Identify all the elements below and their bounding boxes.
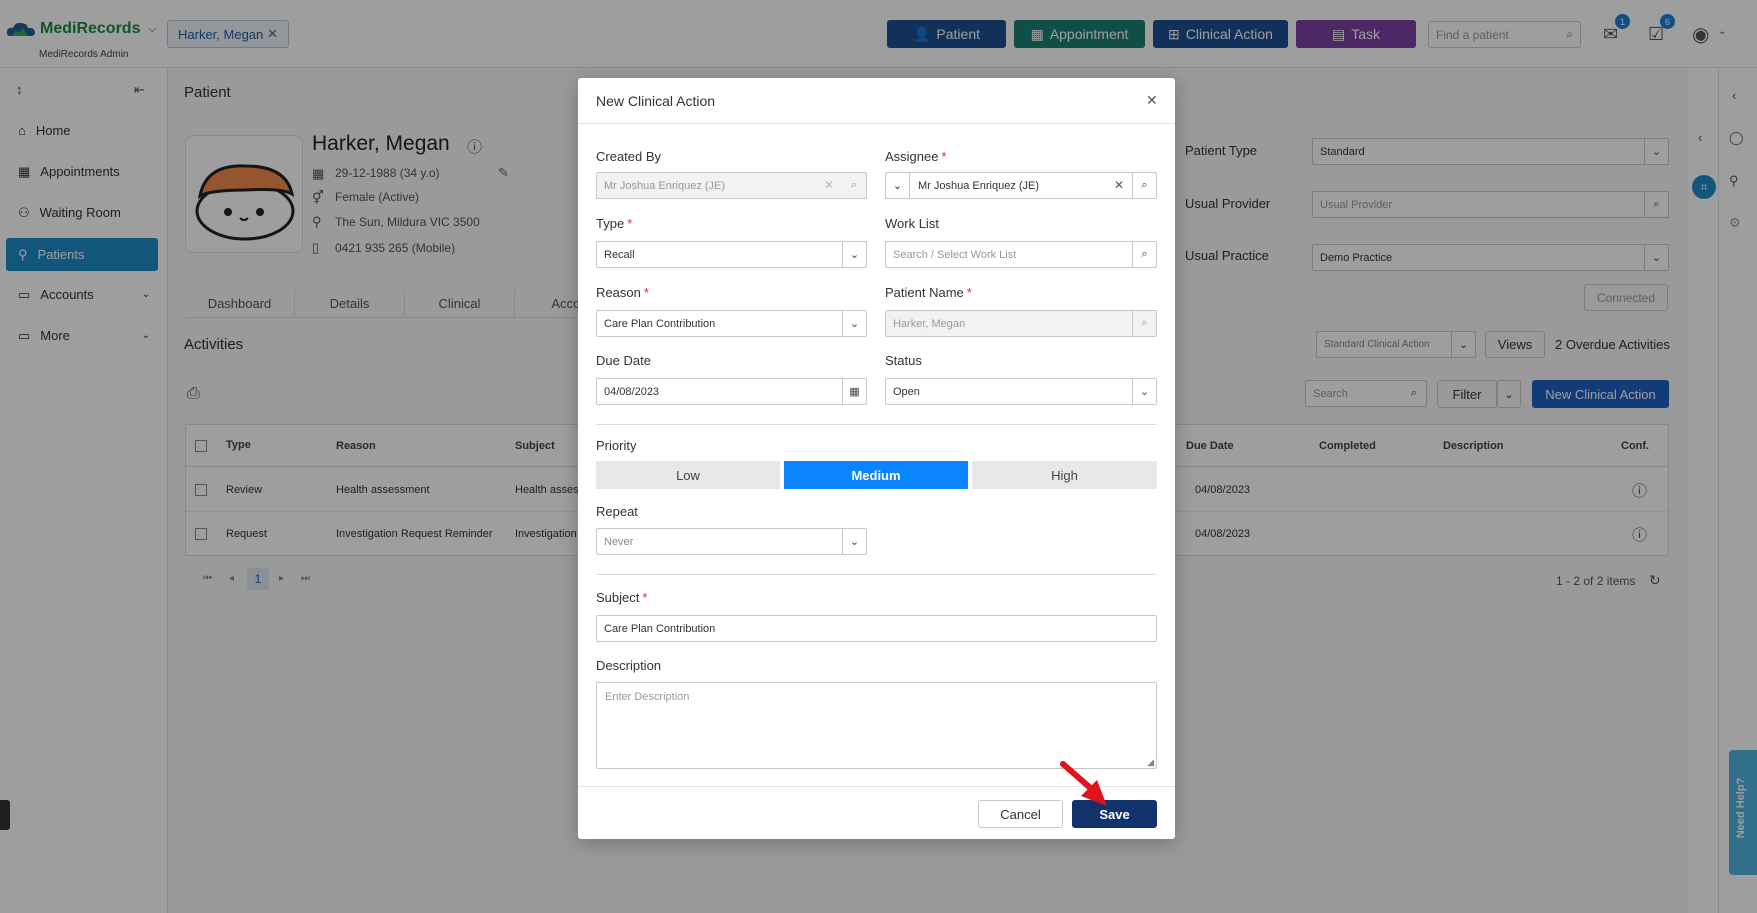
reason-label-text: Reason <box>596 285 641 300</box>
divider <box>596 574 1157 575</box>
reason-label: Reason * <box>596 285 649 300</box>
due-date-value: 04/08/2023 <box>604 385 660 398</box>
priority-high-button[interactable]: High <box>972 461 1157 489</box>
type-label-text: Type <box>596 216 625 231</box>
reason-value: Care Plan Contribution <box>604 317 716 330</box>
repeat-select[interactable]: Never ⌄ <box>596 528 867 555</box>
created-by-value: Mr Joshua Enriquez (JE) <box>604 179 726 192</box>
search-icon: ⌕ <box>1132 311 1156 336</box>
created-by-field: Mr Joshua Enriquez (JE) ✕ ⌕ <box>596 172 867 199</box>
description-placeholder: Enter Description <box>605 691 690 703</box>
assignee-field[interactable]: ⌄ Mr Joshua Enriquez (JE) ✕ ⌕ <box>885 172 1157 199</box>
repeat-label: Repeat <box>596 504 638 519</box>
patient-name-field: Harker, Megan ⌕ <box>885 310 1157 337</box>
divider <box>596 424 1157 425</box>
subject-value: Care Plan Contribution <box>604 622 716 635</box>
patient-name-label-text: Patient Name <box>885 285 964 300</box>
calendar-icon[interactable]: ▦ <box>842 379 866 404</box>
chevron-down-icon: ⌄ <box>842 529 866 554</box>
required-marker: * <box>941 149 947 164</box>
due-date-label: Due Date <box>596 353 651 368</box>
annotation-arrow-icon <box>1060 761 1107 806</box>
resize-handle-icon[interactable]: ◢ <box>1147 757 1154 768</box>
priority-medium-button[interactable]: Medium <box>784 461 968 489</box>
reason-select[interactable]: Care Plan Contribution ⌄ <box>596 310 867 337</box>
created-by-label: Created By <box>596 149 662 164</box>
search-icon: ⌕ <box>850 179 858 191</box>
required-marker: * <box>966 285 972 300</box>
patient-name-value: Harker, Megan <box>893 317 966 330</box>
type-select[interactable]: Recall ⌄ <box>596 241 867 268</box>
work-list-input[interactable]: Search / Select Work List ⌕ <box>885 241 1157 268</box>
work-list-label: Work List <box>885 216 939 231</box>
subject-input[interactable]: Care Plan Contribution <box>596 615 1157 642</box>
clear-icon[interactable]: ✕ <box>1114 178 1124 192</box>
required-marker: * <box>642 590 648 605</box>
subject-label-text: Subject <box>596 590 640 605</box>
status-select[interactable]: Open ⌄ <box>885 378 1157 405</box>
description-textarea[interactable]: Enter Description ◢ <box>596 682 1157 769</box>
priority-label: Priority <box>596 438 637 453</box>
description-label: Description <box>596 658 662 673</box>
chevron-down-icon: ⌄ <box>842 242 866 267</box>
due-date-input[interactable]: 04/08/2023 ▦ <box>596 378 867 405</box>
assignee-label: Assignee * <box>885 149 947 164</box>
chevron-down-icon: ⌄ <box>1132 379 1156 404</box>
close-icon[interactable]: ✕ <box>1146 92 1158 109</box>
search-icon[interactable]: ⌕ <box>1132 173 1156 198</box>
assignee-value: Mr Joshua Enriquez (JE) <box>918 179 1040 192</box>
chevron-down-icon: ⌄ <box>842 311 866 336</box>
search-icon[interactable]: ⌕ <box>1132 242 1156 267</box>
required-marker: * <box>627 216 633 231</box>
cancel-button[interactable]: Cancel <box>978 800 1063 828</box>
type-value: Recall <box>604 248 635 261</box>
new-clinical-action-dialog: New Clinical Action ✕ Created By Mr Josh… <box>578 78 1175 839</box>
patient-name-label: Patient Name * <box>885 285 972 300</box>
work-list-placeholder: Search / Select Work List <box>893 248 1017 261</box>
clear-icon: ✕ <box>823 178 834 192</box>
status-value: Open <box>893 385 920 398</box>
dialog-header: New Clinical Action ✕ <box>578 78 1175 124</box>
required-marker: * <box>643 285 649 300</box>
status-label: Status <box>885 353 922 368</box>
assignee-label-text: Assignee <box>885 149 939 164</box>
type-label: Type * <box>596 216 632 231</box>
subject-label: Subject * <box>596 590 647 605</box>
dialog-title: New Clinical Action <box>596 93 716 109</box>
priority-low-button[interactable]: Low <box>596 461 780 489</box>
chevron-down-icon[interactable]: ⌄ <box>886 173 910 198</box>
repeat-value: Never <box>604 535 634 548</box>
